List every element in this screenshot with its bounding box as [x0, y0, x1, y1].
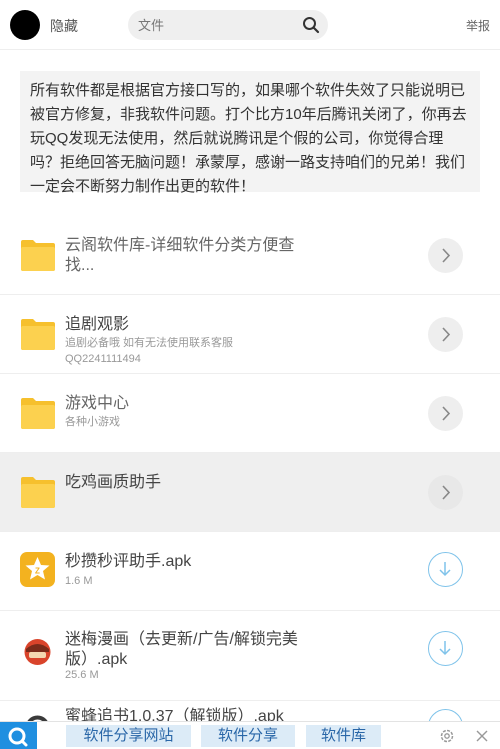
download-icon: [439, 641, 451, 656]
file-size: 25.6 M: [65, 669, 99, 681]
gear-icon[interactable]: [438, 727, 456, 745]
open-folder-button[interactable]: [428, 238, 463, 273]
folder-title: 游戏中心: [65, 395, 130, 412]
file-size: 1.6 M: [65, 575, 93, 587]
avatar[interactable]: [10, 10, 40, 40]
svg-text:Z: Z: [35, 567, 40, 576]
file-title: 秒攒秒评助手.apk: [65, 553, 192, 570]
top-bar: 隐藏 举报: [0, 0, 500, 50]
folder-subtitle-qq: QQ2241111494: [65, 353, 141, 365]
file-row[interactable]: 迷梅漫画（去更新/广告/解锁完美版）.apk 25.6 M: [0, 611, 500, 701]
folder-row[interactable]: 云阁软件库-详细软件分类方便查找...: [0, 216, 500, 295]
bottom-bar: 软件分享网站 软件分享 软件库: [0, 721, 500, 749]
chevron-right-icon: [442, 485, 451, 500]
file-title: 蜜蜂追书1.0.37（解锁版）.apk: [65, 708, 284, 721]
folder-icon: [21, 398, 55, 429]
folder-icon: [21, 319, 55, 350]
folder-row-selected[interactable]: 吃鸡画质助手: [0, 453, 500, 532]
folder-row[interactable]: 游戏中心 各种小游戏: [0, 374, 500, 453]
report-button[interactable]: 举报: [466, 17, 490, 34]
close-icon[interactable]: [474, 728, 490, 744]
folder-title: 云阁软件库-详细软件分类方便查找...: [65, 237, 295, 274]
open-folder-button[interactable]: [428, 396, 463, 431]
notice-text: 所有软件都是根据官方接口写的，如果哪个软件失效了只能说明已被官方修复，非我软件问…: [20, 71, 480, 195]
file-row[interactable]: Z 秒攒秒评助手.apk 1.6 M: [0, 532, 500, 611]
download-button[interactable]: [428, 631, 463, 666]
tab-software-library[interactable]: 软件库: [306, 725, 381, 747]
folder-subtitle: 各种小游戏: [65, 416, 120, 428]
search-icon[interactable]: [302, 16, 320, 34]
chevron-right-icon: [442, 248, 451, 263]
file-title: 迷梅漫画（去更新/广告/解锁完美版）.apk: [65, 631, 298, 668]
bee-app-icon: [20, 710, 55, 721]
hide-button[interactable]: 隐藏: [50, 16, 78, 36]
browser-logo-icon[interactable]: [0, 722, 37, 749]
folder-icon: [21, 477, 55, 508]
tab-software-share[interactable]: 软件分享: [201, 725, 295, 747]
file-row[interactable]: 蜜蜂追书1.0.37（解锁版）.apk: [0, 701, 500, 721]
open-folder-button[interactable]: [428, 475, 463, 510]
search-box[interactable]: [128, 10, 328, 40]
folder-subtitle: 追剧必备哦 如有无法使用联系客服: [65, 337, 234, 349]
chevron-right-icon: [442, 327, 451, 342]
open-folder-button[interactable]: [428, 317, 463, 352]
folder-title: 追剧观影: [65, 316, 130, 333]
download-icon: [439, 562, 451, 577]
chevron-right-icon: [442, 406, 451, 421]
download-button[interactable]: [428, 709, 463, 721]
tab-software-share-site[interactable]: 软件分享网站: [66, 725, 191, 747]
folder-icon: [21, 240, 55, 271]
download-button[interactable]: [428, 552, 463, 587]
folder-title: 吃鸡画质助手: [65, 474, 162, 491]
comic-app-icon: [20, 633, 55, 668]
star-app-icon: Z: [20, 552, 55, 587]
folder-row[interactable]: 追剧观影 追剧必备哦 如有无法使用联系客服 QQ2241111494: [0, 295, 500, 374]
search-input[interactable]: [138, 17, 288, 33]
